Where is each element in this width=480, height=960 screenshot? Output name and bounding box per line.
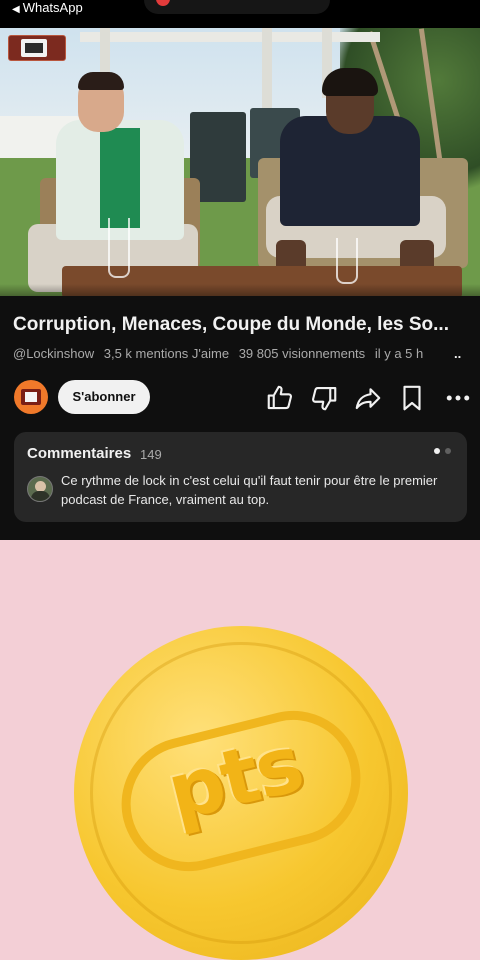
promo-video-preview[interactable]: pts	[0, 540, 480, 960]
video-frame-person-left-hair	[78, 72, 124, 90]
channel-avatar[interactable]	[14, 380, 48, 414]
upload-time: il y a 5 h	[374, 346, 424, 361]
subscribe-button[interactable]: S'abonner	[58, 380, 150, 414]
dislike-button[interactable]	[309, 383, 339, 413]
save-button[interactable]	[397, 383, 427, 413]
channel-watermark-logo	[8, 35, 66, 61]
video-title[interactable]: Corruption, Menaces, Coupe du Monde, les…	[13, 314, 473, 336]
dynamic-island	[144, 0, 330, 14]
status-bar: ◀ WhatsApp	[0, 0, 480, 28]
more-icon	[446, 395, 470, 401]
share-button[interactable]	[353, 383, 383, 413]
recording-indicator-icon	[156, 0, 170, 6]
comments-preview[interactable]: Commentaires 149 Ce rythme de lock in c'…	[14, 432, 467, 522]
channel-handle: @Lockinshow	[13, 346, 95, 361]
video-frame-jersey-stripe	[100, 128, 140, 228]
video-frame-glass	[336, 238, 358, 284]
video-frame-glass	[108, 218, 130, 278]
video-meta[interactable]: @Lockinshow 3,5 k mentions J'aime 39 805…	[13, 346, 473, 361]
save-icon	[403, 385, 421, 411]
like-button[interactable]	[265, 383, 295, 413]
pager-dot-active	[434, 448, 440, 454]
video-frame-pergola	[80, 32, 380, 42]
view-count: 39 805 visionnements	[238, 346, 366, 361]
back-to-whatsapp-link[interactable]: ◀ WhatsApp	[12, 0, 83, 16]
comments-count: 149	[140, 447, 162, 462]
more-info-link[interactable]: ..	[454, 346, 461, 361]
comments-title: Commentaires	[27, 445, 132, 462]
dislike-icon	[311, 386, 337, 411]
share-icon	[355, 388, 381, 410]
video-frame-person-right-hair	[322, 68, 378, 96]
commenter-avatar	[27, 476, 53, 502]
points-coin-icon: pts	[74, 626, 408, 960]
back-arrow-icon: ◀	[12, 4, 20, 15]
top-comment-text: Ce rythme de lock in c'est celui qu'il f…	[61, 473, 438, 507]
video-frame-shade	[0, 284, 480, 296]
more-options-button[interactable]	[443, 383, 473, 413]
back-app-label: WhatsApp	[22, 0, 83, 15]
video-player[interactable]	[0, 28, 480, 296]
like-count: 3,5 k mentions J'aime	[103, 346, 230, 361]
pager-dot	[445, 448, 451, 454]
like-icon	[267, 385, 293, 410]
